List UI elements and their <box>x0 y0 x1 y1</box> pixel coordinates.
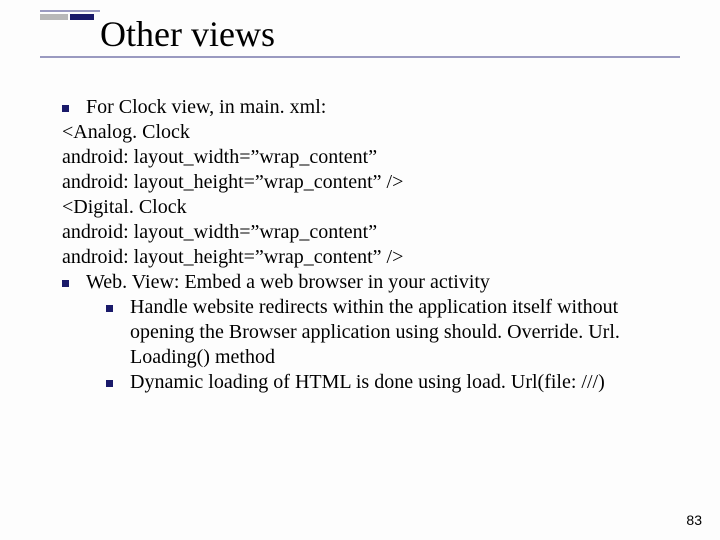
title-underline <box>40 56 680 58</box>
slide: Other views For Clock view, in main. xml… <box>0 0 720 540</box>
title-decoration <box>40 10 100 20</box>
page-number: 83 <box>686 512 702 528</box>
bullet-level0: Web. View: Embed a web browser in your a… <box>62 270 672 295</box>
body-text: For Clock view, in main. xml: <box>86 96 326 118</box>
code-line: android: layout_width=”wrap_content” <box>62 220 672 245</box>
code-line: <Analog. Clock <box>62 120 672 145</box>
bullet-square-icon <box>62 280 69 287</box>
bullet-square-icon <box>62 105 69 112</box>
bullet-level0: For Clock view, in main. xml: <box>62 95 672 120</box>
code-line: android: layout_height=”wrap_content” /> <box>62 170 672 195</box>
body-text: Handle website redirects within the appl… <box>130 296 620 368</box>
bullet-level1: Handle website redirects within the appl… <box>106 295 672 370</box>
bullet-level1: Dynamic loading of HTML is done using lo… <box>106 370 672 395</box>
slide-body: For Clock view, in main. xml: <Analog. C… <box>62 95 672 395</box>
body-text: Dynamic loading of HTML is done using lo… <box>130 371 605 393</box>
code-line: android: layout_width=”wrap_content” <box>62 145 672 170</box>
slide-title: Other views <box>100 16 680 54</box>
code-line: android: layout_height=”wrap_content” /> <box>62 245 672 270</box>
bullet-square-icon <box>106 380 113 387</box>
title-block: Other views <box>40 10 680 58</box>
body-text: Web. View: Embed a web browser in your a… <box>86 271 490 293</box>
bullet-square-icon <box>106 305 113 312</box>
code-line: <Digital. Clock <box>62 195 672 220</box>
